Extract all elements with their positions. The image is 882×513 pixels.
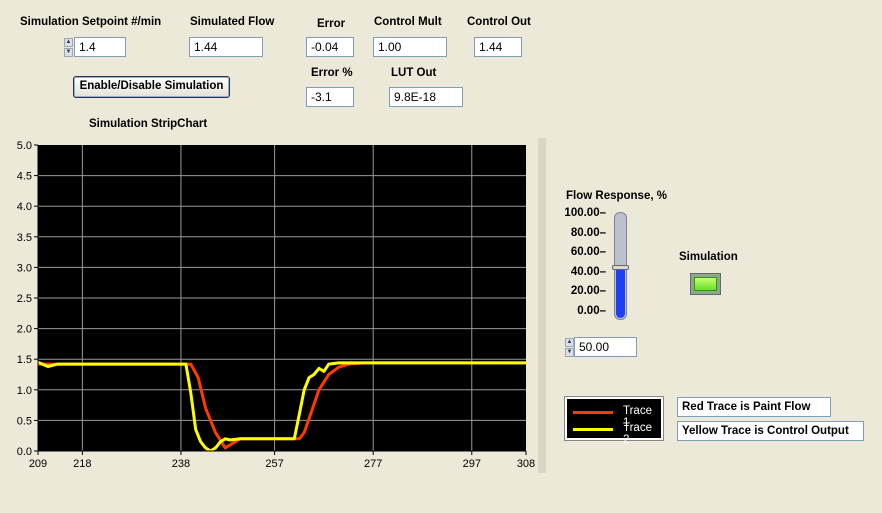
flow-response-label: Flow Response, % xyxy=(566,190,667,202)
setpoint-input[interactable]: 1.4 xyxy=(74,37,126,57)
simulation-led[interactable] xyxy=(690,273,721,295)
y-tick-label: 4.5 xyxy=(17,171,32,183)
lut-out-label: LUT Out xyxy=(391,67,437,79)
flow-response-tick-label: 100.00– xyxy=(564,207,606,219)
error-label: Error xyxy=(317,18,346,30)
control-out-label: Control Out xyxy=(467,16,531,28)
x-tick-label: 297 xyxy=(463,458,481,470)
led-indicator-icon xyxy=(694,277,717,291)
trace-1-swatch xyxy=(573,411,613,414)
flow-response-tick-label: 40.00– xyxy=(570,265,606,278)
enable-disable-simulation-button[interactable]: Enable/Disable Simulation xyxy=(73,76,230,98)
y-tick-label: 1.0 xyxy=(17,385,32,397)
error-pct-value: -3.1 xyxy=(306,87,354,107)
y-tick-label: 0.5 xyxy=(17,415,32,427)
lut-out-value: 9.8E-18 xyxy=(389,87,463,107)
x-tick-label: 277 xyxy=(364,458,382,470)
y-tick-label: 4.0 xyxy=(17,201,32,213)
slider-thumb[interactable] xyxy=(612,265,629,270)
legend-item-trace-1: Trace 1 xyxy=(571,405,661,429)
flow-response-tick-label: 20.00– xyxy=(570,285,606,298)
strip-chart: 0.0 0.5 1.0 1.5 2.0 2.5 3.0 3.5 4.0 4.5 5.0 209 218 2… xyxy=(4,138,546,473)
flow-response-tick-label: 60.00– xyxy=(570,246,606,259)
error-pct-label: Error % xyxy=(311,67,353,79)
chart-legend: Trace 1 Trace 2 xyxy=(564,396,664,446)
strip-chart-svg: 0.0 0.5 1.0 1.5 2.0 2.5 3.0 3.5 4.0 4.5 5.0 209 218 2… xyxy=(4,138,546,473)
legend-label-trace-2: Trace 2 xyxy=(623,422,652,446)
y-tick-label: 2.0 xyxy=(17,324,32,336)
control-out-value: 1.44 xyxy=(474,37,522,57)
x-tick-label: 308 xyxy=(517,458,535,470)
y-tick-label: 0.0 xyxy=(17,446,32,458)
flow-response-slider[interactable] xyxy=(612,212,629,320)
y-tick-label: 3.5 xyxy=(17,232,32,244)
simulated-flow-value: 1.44 xyxy=(189,37,263,57)
y-tick-label: 1.5 xyxy=(17,354,32,366)
flow-response-tick-label: 80.00– xyxy=(570,226,606,239)
spin-down-icon[interactable]: ▼ xyxy=(64,48,73,57)
setpoint-spinner[interactable]: ▲ ▼ xyxy=(64,38,73,58)
spin-down-icon[interactable]: ▼ xyxy=(565,348,574,357)
flow-response-tick-label: 0.00– xyxy=(577,305,606,317)
setpoint-label: Simulation Setpoint #/min xyxy=(20,16,162,28)
yellow-trace-note: Yellow Trace is Control Output xyxy=(677,421,864,441)
y-tick-label: 2.5 xyxy=(17,293,32,305)
x-tick-label: 238 xyxy=(172,458,190,470)
y-tick-label: 3.0 xyxy=(17,262,32,274)
flow-response-scale: 100.00– 80.00– 60.00– 40.00– 20.00– 0.00– xyxy=(560,207,610,328)
simulated-flow-label: Simulated Flow xyxy=(190,16,275,28)
flow-response-input[interactable]: 50.00 xyxy=(574,337,637,357)
y-tick-label: 5.0 xyxy=(17,140,32,152)
simulation-led-label: Simulation xyxy=(679,251,738,263)
control-mult-value: 1.00 xyxy=(373,37,447,57)
spin-up-icon[interactable]: ▲ xyxy=(565,338,574,347)
x-tick-label: 218 xyxy=(73,458,91,470)
error-value: -0.04 xyxy=(306,37,354,57)
spin-up-icon[interactable]: ▲ xyxy=(64,38,73,47)
flow-response-spinner[interactable]: ▲ ▼ xyxy=(565,338,574,358)
x-tick-label: 209 xyxy=(29,458,47,470)
x-tick-label: 257 xyxy=(265,458,283,470)
red-trace-note: Red Trace is Paint Flow xyxy=(677,397,831,417)
control-mult-label: Control Mult xyxy=(374,16,442,28)
legend-item-trace-2: Trace 2 xyxy=(571,422,661,446)
trace-2-swatch xyxy=(573,428,613,431)
chart-title: Simulation StripChart xyxy=(89,118,208,130)
flow-response-fill xyxy=(616,267,625,318)
